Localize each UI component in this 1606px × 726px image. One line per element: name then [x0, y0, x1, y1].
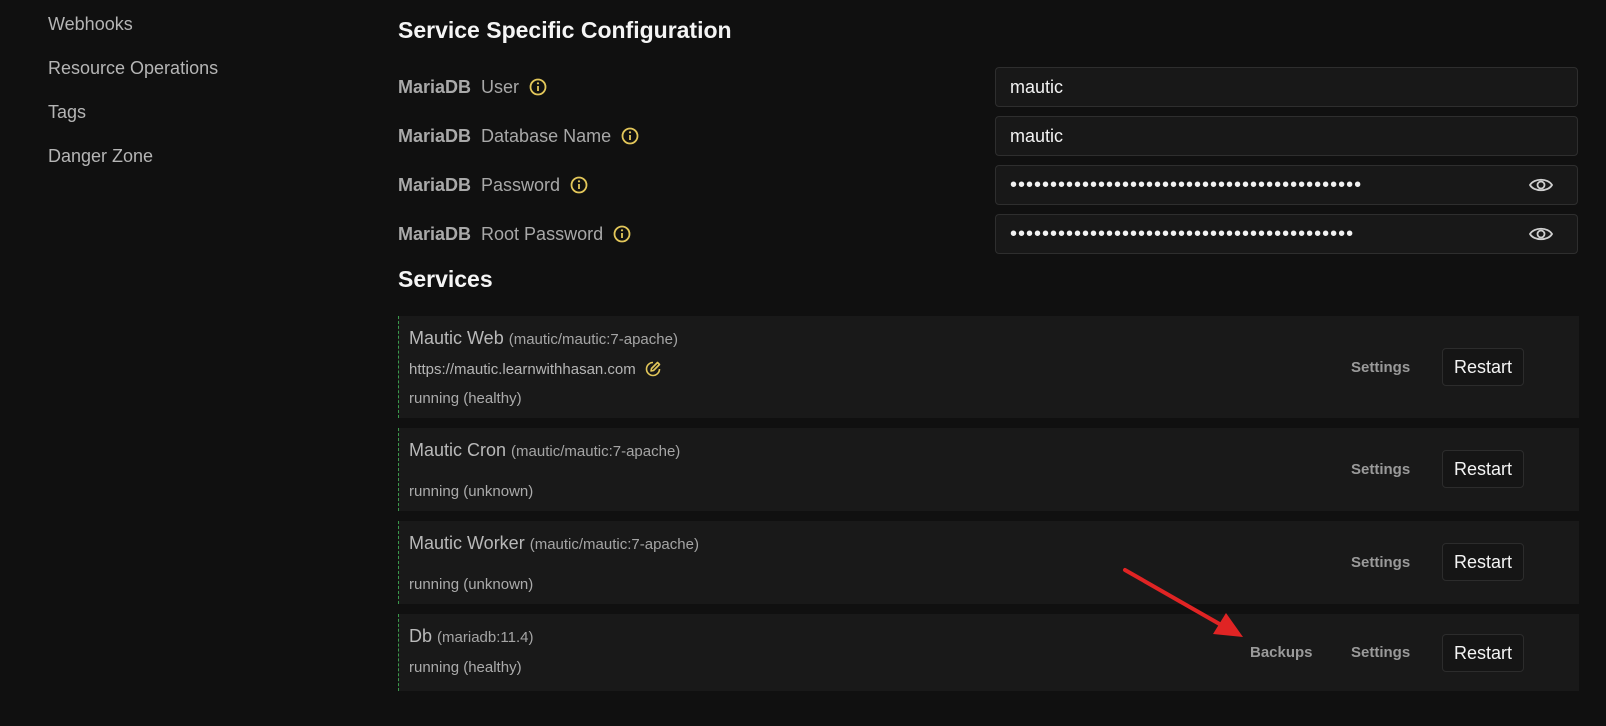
service-name: Db: [409, 626, 433, 646]
info-icon[interactable]: [529, 78, 547, 96]
info-icon[interactable]: [621, 127, 639, 145]
service-url[interactable]: https://mautic.learnwithhasan.com: [409, 361, 636, 378]
field-row-root-password: MariaDB Root Password: [398, 214, 1578, 254]
field-name: Password: [481, 174, 561, 195]
settings-button[interactable]: Settings: [1351, 359, 1410, 376]
mariadb-root-password-input[interactable]: [995, 214, 1578, 254]
service-status: running (healthy): [409, 390, 522, 407]
service-url-link[interactable]: https://mautic.learnwithhasan.com: [409, 360, 662, 378]
info-icon[interactable]: [613, 225, 631, 243]
service-title: Mautic Cron (mautic/mautic:7-apache): [409, 440, 680, 461]
service-image: (mautic/mautic:7-apache): [511, 443, 681, 460]
mariadb-database-name-input[interactable]: [995, 116, 1578, 156]
restart-button[interactable]: Restart: [1442, 348, 1524, 386]
field-prefix: MariaDB: [398, 174, 472, 195]
eye-icon[interactable]: [1528, 174, 1566, 201]
field-row-user: MariaDB User: [398, 67, 1578, 107]
mariadb-password-input[interactable]: [995, 165, 1578, 205]
field-row-database-name: MariaDB Database Name: [398, 116, 1578, 156]
field-name: User: [481, 76, 520, 97]
restart-button[interactable]: Restart: [1442, 634, 1524, 672]
mariadb-user-input[interactable]: [995, 67, 1578, 107]
field-label: MariaDB Database Name: [398, 116, 639, 156]
service-status: running (healthy): [409, 659, 522, 676]
sidebar: Webhooks Resource Operations Tags Danger…: [0, 0, 360, 726]
settings-button[interactable]: Settings: [1351, 554, 1410, 571]
service-status: running (unknown): [409, 483, 534, 500]
service-title: Mautic Web (mautic/mautic:7-apache): [409, 328, 678, 349]
sidebar-item-danger-zone[interactable]: Danger Zone: [48, 146, 153, 167]
field-label: MariaDB User: [398, 67, 547, 107]
settings-button[interactable]: Settings: [1351, 644, 1410, 661]
service-image: (mautic/mautic:7-apache): [529, 536, 699, 553]
service-name: Mautic Web: [409, 328, 504, 348]
field-prefix: MariaDB: [398, 223, 472, 244]
restart-button[interactable]: Restart: [1442, 543, 1524, 581]
field-label: MariaDB Password: [398, 165, 588, 205]
main-content: Service Specific Configuration MariaDB U…: [398, 0, 1579, 726]
info-icon[interactable]: [570, 176, 588, 194]
service-card-mautic-worker: Mautic Worker (mautic/mautic:7-apache) r…: [398, 521, 1579, 604]
edit-icon[interactable]: [644, 360, 662, 378]
service-name: Mautic Worker: [409, 533, 525, 553]
backups-button[interactable]: Backups: [1250, 644, 1313, 661]
field-prefix: MariaDB: [398, 125, 472, 146]
service-title: Mautic Worker (mautic/mautic:7-apache): [409, 533, 699, 554]
service-image: (mariadb:11.4): [437, 629, 534, 646]
config-section-title: Service Specific Configuration: [398, 17, 732, 43]
restart-button[interactable]: Restart: [1442, 450, 1524, 488]
service-image: (mautic/mautic:7-apache): [508, 331, 678, 348]
field-name: Database Name: [481, 125, 612, 146]
field-prefix: MariaDB: [398, 76, 472, 97]
field-label: MariaDB Root Password: [398, 214, 631, 254]
service-status: running (unknown): [409, 576, 534, 593]
sidebar-item-resource-operations[interactable]: Resource Operations: [48, 58, 218, 79]
annotation-arrow-icon: [1123, 568, 1243, 637]
service-title: Db (mariadb:11.4): [409, 626, 533, 647]
field-name: Root Password: [481, 223, 604, 244]
service-card-mautic-web: Mautic Web (mautic/mautic:7-apache) http…: [398, 316, 1579, 418]
field-row-password: MariaDB Password: [398, 165, 1578, 205]
service-name: Mautic Cron: [409, 440, 507, 460]
sidebar-item-tags[interactable]: Tags: [48, 102, 86, 123]
settings-button[interactable]: Settings: [1351, 461, 1410, 478]
sidebar-item-webhooks[interactable]: Webhooks: [48, 14, 133, 35]
services-section-title: Services: [398, 266, 493, 292]
service-card-db: Db (mariadb:11.4) running (healthy) Back…: [398, 614, 1579, 691]
eye-icon[interactable]: [1528, 223, 1566, 250]
service-card-mautic-cron: Mautic Cron (mautic/mautic:7-apache) run…: [398, 428, 1579, 511]
